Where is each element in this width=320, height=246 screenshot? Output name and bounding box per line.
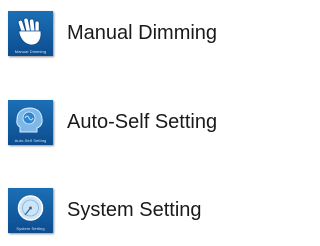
menu-item-auto-self-setting[interactable]: Auto-Self Setting Auto-Self Setting	[8, 100, 217, 145]
manual-dimming-tile[interactable]: Manual Dimming	[8, 11, 53, 56]
tile-caption: Manual Dimming	[14, 49, 47, 54]
tile-caption: System Setting	[16, 226, 45, 231]
system-setting-label: System Setting	[67, 199, 202, 221]
auto-self-setting-label: Auto-Self Setting	[67, 111, 218, 133]
auto-self-setting-tile[interactable]: Auto-Self Setting	[8, 100, 53, 145]
system-setting-tile[interactable]: System Setting	[8, 188, 53, 233]
menu-item-manual-dimming[interactable]: Manual Dimming Manual Dimming	[8, 11, 217, 56]
manual-dimming-label: Manual Dimming	[67, 22, 218, 44]
tile-caption: Auto-Self Setting	[14, 138, 47, 143]
menu-item-system-setting[interactable]: System Setting System Setting	[8, 188, 202, 233]
